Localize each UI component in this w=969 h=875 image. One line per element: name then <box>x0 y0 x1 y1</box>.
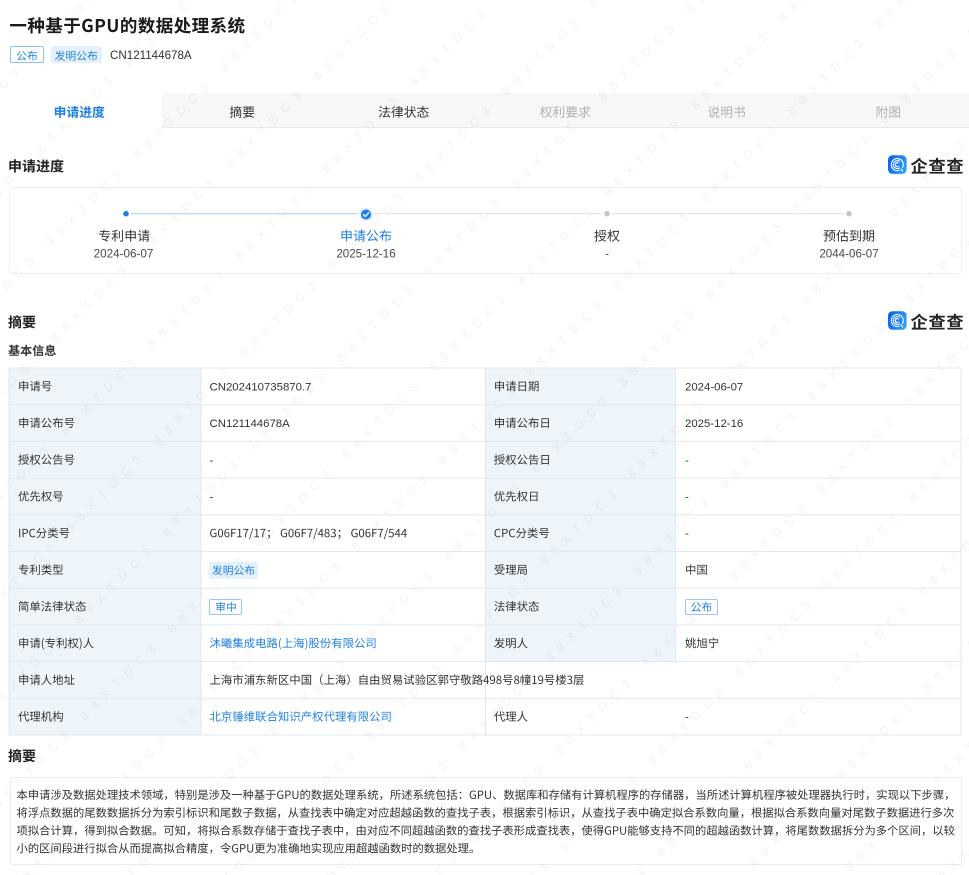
svg-text:2025-12-16: 2025-12-16 <box>685 418 743 430</box>
svg-text:-: - <box>685 455 689 467</box>
svg-text:-: - <box>605 248 609 261</box>
svg-text:CN202410735870.7: CN202410735870.7 <box>210 381 312 393</box>
svg-text:2044-06-07: 2044-06-07 <box>819 248 878 261</box>
svg-text:2025-12-16: 2025-12-16 <box>336 248 395 261</box>
svg-text:-: - <box>210 455 214 467</box>
svg-text:-: - <box>685 528 689 540</box>
svg-text:-: - <box>685 492 689 504</box>
svg-text:2024-06-07: 2024-06-07 <box>94 248 154 261</box>
svg-text:-: - <box>685 712 689 724</box>
svg-text:CN121144678A: CN121144678A <box>210 418 291 430</box>
svg-text:CN121144678A: CN121144678A <box>110 49 192 62</box>
svg-text:-: - <box>210 492 214 504</box>
svg-text:2024-06-07: 2024-06-07 <box>685 381 743 393</box>
